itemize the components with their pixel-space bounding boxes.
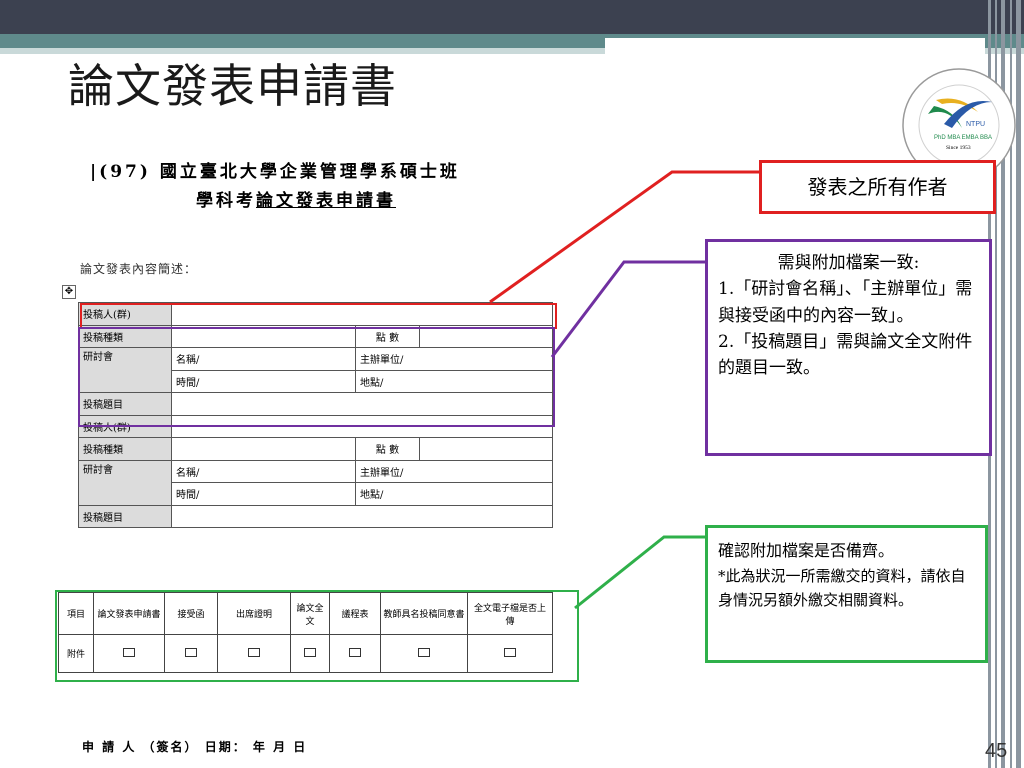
signature-line: 申 請 人 （簽名） 日期： 年 月 日 (82, 740, 308, 754)
callout-item: 2.「投稿題目」需與論文全文附件的題目一致。 (718, 332, 973, 379)
callout-note: *此為狀況一所需繳交的資料，請依自身情況另額外繳交相關資料。 (718, 566, 966, 609)
callout-attachments: 確認附加檔案是否備齊。 *此為狀況一所需繳交的資料，請依自身情況另額外繳交相關資… (705, 525, 988, 663)
callout-heading: 需與附加檔案一致: (777, 253, 920, 273)
callout-item: 1.「研討會名稱」、「主辦單位」需與接受函中的內容一致」。 (718, 279, 973, 326)
page-number: 45 (985, 740, 1008, 762)
callout-authors: 發表之所有作者 (759, 160, 996, 214)
callout-heading: 確認附加檔案是否備齊。 (718, 541, 895, 560)
callout-consistency: 需與附加檔案一致: 1.「研討會名稱」、「主辦單位」需與接受函中的內容一致」。 … (705, 239, 992, 456)
